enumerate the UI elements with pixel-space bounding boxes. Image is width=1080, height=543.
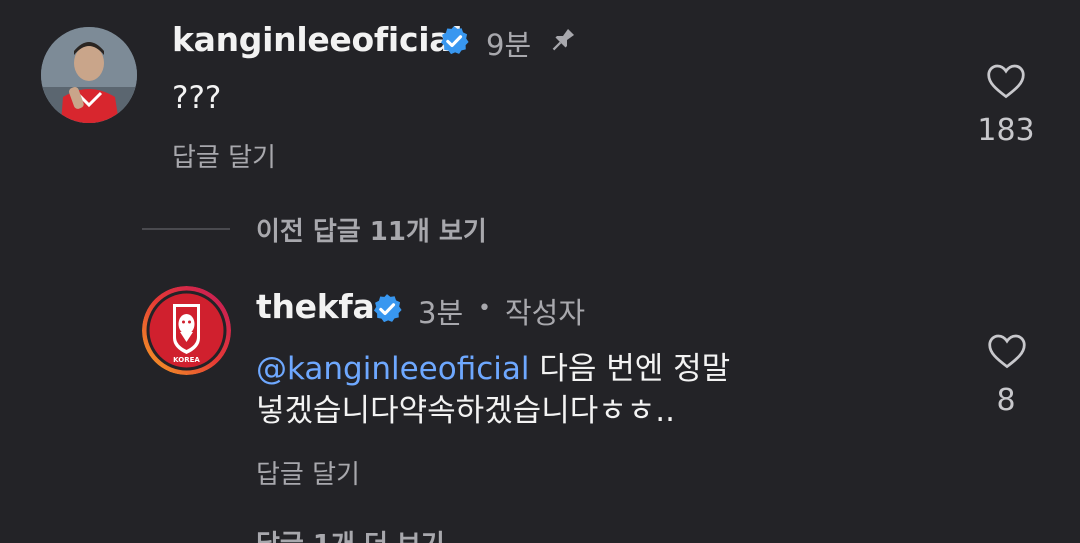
kfa-logo-text: KOREA <box>173 356 200 364</box>
mention-link[interactable]: @kanginleeoficial <box>256 351 530 387</box>
reply-username[interactable]: thekfa <box>256 287 375 326</box>
view-previous-replies-button[interactable]: 이전 답글 11개 보기 <box>256 211 487 248</box>
like-count: 183 <box>977 113 1035 148</box>
reply-time: 3분 <box>418 296 464 330</box>
verified-badge-icon <box>440 26 469 55</box>
like-count: 8 <box>996 383 1016 418</box>
like-heart-icon[interactable] <box>985 62 1027 100</box>
reply-button[interactable]: 답글 달기 <box>172 137 276 174</box>
view-more-replies-button[interactable]: 답글 1개 더 보기 <box>256 524 445 543</box>
replies-divider <box>142 228 230 230</box>
comments-panel: kanginleeoficial 9분 ??? 답글 달기 183 이전 답글 … <box>0 0 1080 543</box>
comment-username[interactable]: kanginleeoficial <box>172 20 463 59</box>
like-heart-icon[interactable] <box>986 332 1028 370</box>
reply-button[interactable]: 답글 달기 <box>256 454 360 491</box>
reply-text: @kanginleeoficial 다음 번엔 정말 넣겠습니다약속하겠습니다ㅎ… <box>256 348 956 432</box>
author-badge: 작성자 <box>505 296 586 330</box>
meta-separator: • <box>478 296 491 321</box>
pin-icon <box>552 28 575 51</box>
reply-text-line2: 넣겠습니다약속하겠습니다ㅎㅎ.. <box>256 393 675 429</box>
comment-text: ??? <box>172 80 222 116</box>
verified-badge-icon <box>373 294 402 323</box>
reply-text-line1: 다음 번엔 정말 <box>529 351 731 387</box>
comment-time: 9분 <box>486 28 532 62</box>
avatar-thekfa[interactable]: KOREA <box>142 286 231 375</box>
avatar-kanginleeoficial[interactable] <box>41 27 137 123</box>
